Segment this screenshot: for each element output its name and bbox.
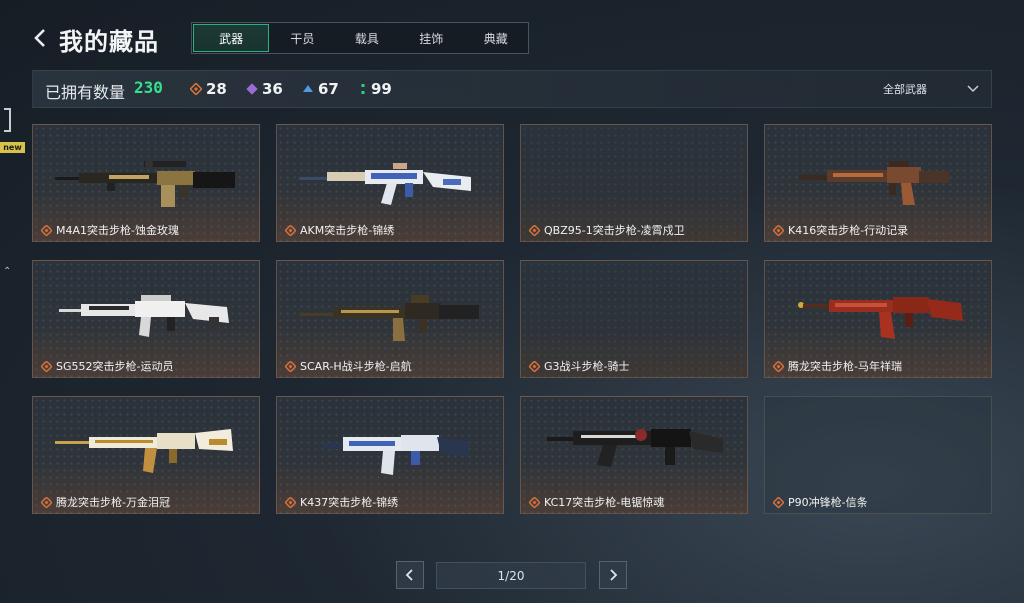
weapon-name-text: K437突击步枪-锦绣 (300, 496, 399, 509)
orange-diamond-icon (773, 496, 784, 508)
weapon-card[interactable]: SG552突击步枪-运动员 (32, 260, 260, 378)
back-button[interactable] (32, 24, 50, 52)
tab-charms[interactable]: 挂饰 (399, 23, 463, 53)
orange-diamond-icon (529, 496, 540, 508)
weapon-card[interactable]: M4A1突击步枪-蚀金玫瑰 (32, 124, 260, 242)
k437-rifle-icon (323, 435, 469, 475)
orange-diamond-icon (773, 224, 784, 236)
category-tabs: 武器 干员 载具 挂饰 典藏 (191, 22, 529, 54)
weapon-name-text: AKM突击步枪-锦绣 (300, 224, 395, 237)
m4a1-rifle-icon (55, 160, 235, 207)
weapon-name-text: 腾龙突击步枪-马年祥瑞 (788, 360, 902, 373)
weapon-name-text: KC17突击步枪-电锯惊魂 (544, 496, 665, 509)
weapon-name: SCAR-H战斗步枪-启航 (285, 358, 412, 374)
orange-diamond-icon (285, 496, 296, 508)
weapon-card[interactable]: 腾龙突击步枪-马年祥瑞 (764, 260, 992, 378)
blue-chevron-icon (303, 85, 313, 92)
chevron-right-icon (610, 569, 618, 581)
weapon-name: M4A1突击步枪-蚀金玫瑰 (41, 222, 179, 238)
tenglong-rifle-icon (798, 297, 963, 339)
orange-diamond-icon (41, 496, 52, 508)
weapon-name: 腾龙突击步枪-万金泪冠 (41, 494, 170, 510)
weapon-name: SG552突击步枪-运动员 (41, 358, 173, 374)
tab-weapons[interactable]: 武器 (193, 24, 270, 52)
weapon-name: G3战斗步枪-骑士 (529, 358, 630, 374)
tab-vehicles[interactable]: 载具 (335, 23, 399, 53)
weapon-name: QBZ95-1突击步枪-凌霄戍卫 (529, 222, 685, 238)
tenglong-gold-rifle-icon (55, 429, 233, 473)
rarity-purple: 36 (246, 80, 283, 98)
weapon-name: K437突击步枪-锦绣 (285, 494, 398, 510)
rarity-orange: 28 (190, 80, 227, 98)
ownership-stats-bar: 已拥有数量 230 28 36 67 99 全部武器 (32, 70, 992, 108)
scar-h-rifle-icon (299, 295, 479, 341)
kc17-rifle-icon (547, 429, 723, 467)
next-page-button[interactable] (599, 561, 627, 589)
weapon-card[interactable]: QBZ95-1突击步枪-凌霄戍卫 (520, 124, 748, 242)
weapon-name: P90冲锋枪-信条 (773, 494, 868, 510)
prev-page-button[interactable] (396, 561, 424, 589)
weapon-grid: M4A1突击步枪-蚀金玫瑰 AKM突击步枪-锦绣 QBZ95-1突击步枪-凌霄戍… (32, 124, 992, 514)
page-indicator: 1/20 (436, 562, 586, 589)
weapon-name-text: 腾龙突击步枪-万金泪冠 (56, 496, 170, 509)
weapon-name-text: M4A1突击步枪-蚀金玫瑰 (56, 224, 179, 237)
sg552-rifle-icon (59, 295, 229, 337)
orange-diamond-icon (41, 224, 52, 236)
owned-label: 已拥有数量 (45, 83, 126, 102)
side-expand-bracket[interactable] (4, 108, 11, 132)
new-badge: new (0, 142, 25, 153)
weapon-name: K416突击步枪-行动记录 (773, 222, 908, 238)
chevron-left-icon (34, 29, 45, 47)
rarity-green: 99 (359, 80, 392, 98)
weapon-card[interactable]: P90冲锋枪-信条 (764, 396, 992, 514)
orange-diamond-icon (529, 224, 540, 236)
rarity-blue: 67 (302, 80, 339, 98)
rarity-green-count: 99 (371, 80, 392, 98)
weapon-name-text: G3战斗步枪-骑士 (544, 360, 630, 373)
rarity-orange-count: 28 (206, 80, 227, 98)
filter-label: 全部武器 (883, 83, 927, 96)
weapon-name-text: K416突击步枪-行动记录 (788, 224, 909, 237)
page-title: 我的藏品 (59, 28, 159, 56)
orange-diamond-icon (285, 360, 296, 372)
green-dots-icon (361, 84, 365, 94)
k416-rifle-icon (799, 161, 949, 205)
weapon-card[interactable]: 腾龙突击步枪-万金泪冠 (32, 396, 260, 514)
orange-diamond-icon (773, 360, 784, 372)
akm-rifle-icon (299, 163, 471, 205)
pagination: 1/20 (396, 561, 628, 589)
weapon-name-text: SG552突击步枪-运动员 (56, 360, 174, 373)
caret-up-icon[interactable]: ⌃ (3, 266, 11, 277)
weapon-card[interactable]: K416突击步枪-行动记录 (764, 124, 992, 242)
weapon-name-text: P90冲锋枪-信条 (788, 496, 868, 509)
tab-operators[interactable]: 干员 (270, 23, 334, 53)
weapon-name: AKM突击步枪-锦绣 (285, 222, 394, 238)
tab-collection[interactable]: 典藏 (464, 23, 528, 53)
weapon-card[interactable]: SCAR-H战斗步枪-启航 (276, 260, 504, 378)
weapon-card[interactable]: AKM突击步枪-锦绣 (276, 124, 504, 242)
rarity-purple-count: 36 (262, 80, 283, 98)
orange-diamond-icon (285, 224, 296, 236)
weapon-name-text: SCAR-H战斗步枪-启航 (300, 360, 412, 373)
weapon-name-text: QBZ95-1突击步枪-凌霄戍卫 (544, 224, 685, 237)
weapon-name: 腾龙突击步枪-马年祥瑞 (773, 358, 902, 374)
rarity-blue-count: 67 (318, 80, 339, 98)
orange-diamond-icon (41, 360, 52, 372)
orange-diamond-icon (190, 83, 202, 95)
purple-diamond-icon (246, 83, 258, 95)
orange-diamond-icon (529, 360, 540, 372)
weapon-card[interactable]: K437突击步枪-锦绣 (276, 396, 504, 514)
weapon-name: KC17突击步枪-电锯惊魂 (529, 494, 664, 510)
weapon-card[interactable]: KC17突击步枪-电锯惊魂 (520, 396, 748, 514)
chevron-down-icon (967, 85, 979, 93)
weapon-filter-dropdown[interactable]: 全部武器 (883, 71, 979, 107)
weapon-card[interactable]: G3战斗步枪-骑士 (520, 260, 748, 378)
chevron-left-icon (405, 569, 413, 581)
owned-count: 230 (134, 78, 163, 97)
